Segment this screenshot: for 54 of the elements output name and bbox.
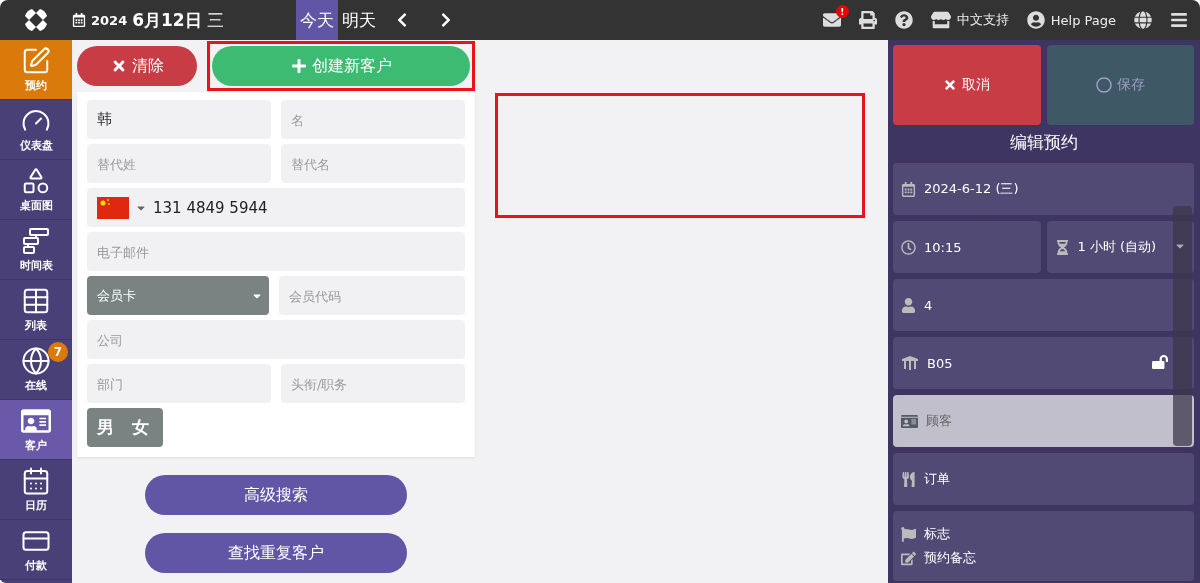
phone-field[interactable]: 131 4849 5944 <box>87 188 465 227</box>
field-text: 2024-6-12 (三) <box>924 180 1019 198</box>
sidebar-label: 预约 <box>25 78 47 93</box>
sidebar-label: 在线 <box>25 378 47 393</box>
field-text: 4 <box>924 297 933 313</box>
gender-option[interactable]: 女 <box>132 416 149 439</box>
sidebar-label: 仪表盘 <box>19 138 53 153</box>
booking-field[interactable]: 标志 预约备忘 <box>893 511 1194 581</box>
booking-field[interactable]: B05 <box>893 337 1194 389</box>
membership-select[interactable]: 会员卡 <box>87 276 269 315</box>
alert-badge: ! <box>835 5 849 18</box>
sidebar-label: 桌面图 <box>19 198 53 213</box>
field-text: 顾客 <box>926 412 952 430</box>
input-field[interactable]: 韩 <box>87 100 271 139</box>
field-text: 1 小时 (自动) <box>1077 238 1157 256</box>
cancel-button[interactable]: 取消 <box>893 45 1041 125</box>
sidebar-item[interactable]: 客户 <box>0 400 72 460</box>
date-year: 2024 <box>91 12 128 28</box>
sidebar-label: 列表 <box>25 318 47 333</box>
date-weekday: 三 <box>206 8 224 32</box>
help-page-link[interactable]: Help Page <box>1026 11 1116 29</box>
input-field[interactable]: 公司 <box>87 320 465 359</box>
sidebar-label: 客户 <box>25 438 47 453</box>
gender-toggle[interactable]: 男 女 <box>87 408 163 447</box>
input-field[interactable]: 电子邮件 <box>87 232 465 271</box>
booking-field[interactable]: 4 <box>893 279 1194 331</box>
input-field[interactable]: 替代姓 <box>87 144 271 183</box>
sidebar-label: 日历 <box>25 498 47 513</box>
booking-field[interactable]: 订单 <box>893 453 1194 505</box>
panel-title: 编辑预约 <box>1008 131 1079 154</box>
input-field[interactable]: 替代名 <box>281 144 465 183</box>
field-text: 10:15 <box>924 239 962 255</box>
booking-field[interactable]: 2024-6-12 (三) <box>893 163 1194 215</box>
sidebar-label: 付款 <box>25 558 47 573</box>
sidebar-item[interactable]: 在线 7 <box>0 340 72 400</box>
field-text: B05 <box>927 355 953 371</box>
search-button[interactable]: 高级搜索 <box>145 475 407 515</box>
field-text: 订单 <box>924 470 950 488</box>
input-field[interactable]: 部门 <box>87 364 271 403</box>
search-button[interactable]: 查找重复客户 <box>145 533 407 573</box>
support-link[interactable]: 中文支持 <box>930 10 1009 30</box>
input-field[interactable]: 头衔/职务 <box>281 364 465 403</box>
gender-option[interactable]: 男 <box>97 416 114 439</box>
day-tab[interactable]: 明天 <box>338 0 380 40</box>
date-day: 6月12日 <box>132 8 202 32</box>
booking-field[interactable]: 10:15 <box>893 221 1041 273</box>
count-badge: 7 <box>48 342 68 362</box>
sidebar-label: 时间表 <box>19 258 53 273</box>
clear-button[interactable]: 清除 <box>77 46 197 86</box>
input-field[interactable]: 名 <box>281 100 465 139</box>
field-text: 预约备忘 <box>924 549 976 567</box>
input-field[interactable]: 会员代码 <box>279 276 465 315</box>
day-tab[interactable]: 今天 <box>296 0 338 40</box>
field-text: 标志 <box>924 525 950 543</box>
